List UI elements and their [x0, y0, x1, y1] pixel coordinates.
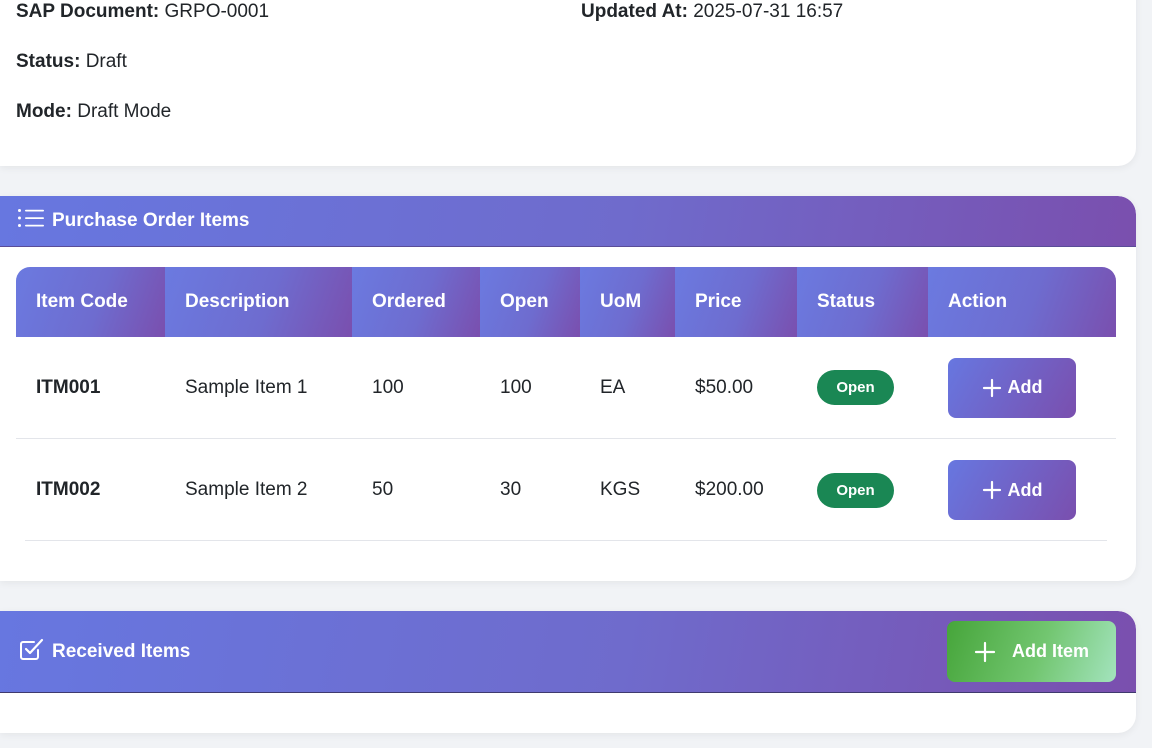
- document-info-card: SAP Document: GRPO-0001 Updated At: 2025…: [0, 0, 1136, 166]
- column-header-open: Open: [480, 267, 580, 337]
- table-bottom-divider: [25, 540, 1107, 541]
- status-value: Draft: [85, 51, 127, 72]
- cell-description: Sample Item 2: [185, 479, 308, 500]
- table-row: ITM002 Sample Item 2 50 30 KGS $200.00 O…: [16, 439, 1116, 541]
- cell-item-code: ITM001: [36, 376, 101, 398]
- column-header-action: Action: [928, 267, 1116, 337]
- add-item-button[interactable]: Add Item: [947, 621, 1116, 682]
- status-badge: Open: [817, 472, 894, 508]
- column-header-uom: UoM: [580, 267, 675, 337]
- cell-open: 30: [500, 479, 522, 500]
- cell-ordered: 100: [372, 376, 404, 398]
- add-row-button-label: Add: [1007, 377, 1043, 397]
- add-row-button-label: Add: [1007, 479, 1043, 500]
- updated-at-label: Updated At:: [581, 1, 688, 22]
- list-icon: [18, 207, 52, 235]
- column-header-ordered: Ordered: [352, 267, 480, 337]
- status-field: Status: Draft: [16, 51, 127, 73]
- updated-at-value: 2025-07-31 16:57: [693, 1, 844, 22]
- mode-field: Mode: Draft Mode: [16, 101, 171, 123]
- cell-action: Add: [928, 460, 1116, 520]
- add-row-button[interactable]: Add: [948, 460, 1076, 520]
- cell-description: Sample Item 1: [185, 376, 308, 398]
- cell-ordered: 50: [372, 479, 394, 500]
- purchase-order-items-title: Purchase Order Items: [52, 210, 250, 231]
- cell-uom: EA: [600, 376, 626, 398]
- cell-item-code: ITM002: [36, 479, 101, 500]
- sap-document-field: SAP Document: GRPO-0001: [16, 1, 269, 23]
- plus-icon: [974, 641, 996, 662]
- received-items-card: Received Items Add Item: [0, 611, 1136, 733]
- cell-status: Open: [797, 472, 928, 508]
- purchase-order-items-card: Purchase Order Items Item Code Descripti…: [0, 196, 1136, 581]
- checkbox-icon: [18, 636, 52, 668]
- cell-open: 100: [500, 376, 532, 398]
- plus-icon: [982, 480, 1001, 500]
- cell-action: Add: [928, 357, 1116, 418]
- add-item-button-label: Add Item: [1011, 641, 1089, 661]
- status-badge: Open: [817, 370, 894, 405]
- column-header-price: Price: [675, 267, 797, 337]
- received-items-header: Received Items Add Item: [0, 611, 1136, 693]
- column-header-item-code: Item Code: [16, 267, 165, 337]
- purchase-order-items-header: Purchase Order Items: [0, 196, 1136, 247]
- cell-uom: KGS: [600, 479, 641, 500]
- add-row-button[interactable]: Add: [948, 357, 1076, 418]
- cell-price: $50.00: [695, 376, 754, 398]
- mode-value: Draft Mode: [77, 101, 172, 122]
- sap-document-value: GRPO-0001: [164, 1, 270, 22]
- status-label: Status:: [16, 51, 81, 72]
- received-items-title: Received Items: [52, 640, 191, 662]
- sap-document-label: SAP Document:: [16, 1, 160, 22]
- cell-price: $200.00: [695, 479, 764, 500]
- mode-label: Mode:: [16, 101, 72, 122]
- column-header-description: Description: [165, 267, 352, 337]
- cell-status: Open: [797, 370, 928, 405]
- updated-at-field: Updated At: 2025-07-31 16:57: [581, 1, 843, 23]
- table-header: Item Code Description Ordered Open UoM P…: [16, 267, 1116, 337]
- plus-icon: [982, 378, 1001, 397]
- table-row: ITM001 Sample Item 1 100 100 EA $50.00 O…: [16, 337, 1116, 439]
- column-header-status: Status: [797, 267, 928, 337]
- purchase-order-table: Item Code Description Ordered Open UoM P…: [16, 267, 1116, 541]
